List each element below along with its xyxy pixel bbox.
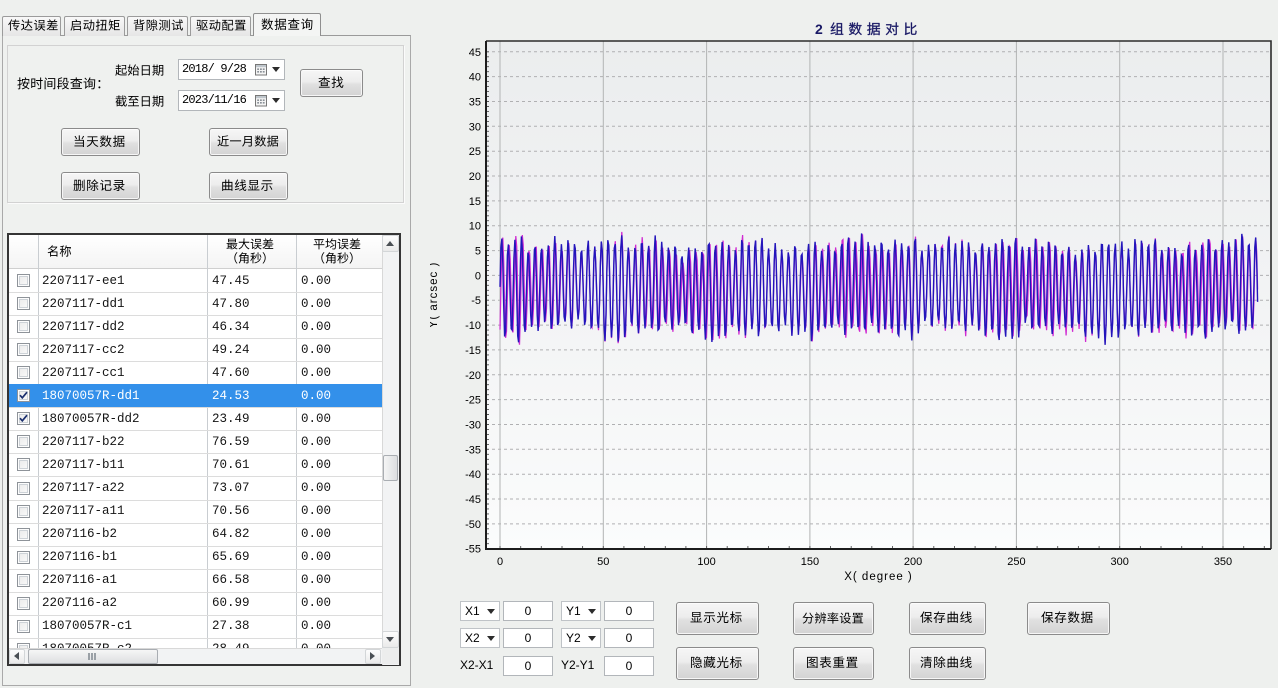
svg-text:10: 10 bbox=[469, 221, 481, 233]
svg-text:0: 0 bbox=[497, 556, 503, 568]
svg-text:X( degree ): X( degree ) bbox=[844, 571, 913, 583]
svg-text:100: 100 bbox=[697, 556, 715, 568]
svg-text:-30: -30 bbox=[465, 420, 481, 432]
svg-text:-25: -25 bbox=[465, 395, 481, 407]
svg-text:Y( arcsec ): Y( arcsec ) bbox=[430, 262, 440, 329]
svg-text:300: 300 bbox=[1111, 556, 1129, 568]
svg-text:150: 150 bbox=[801, 556, 819, 568]
svg-text:200: 200 bbox=[904, 556, 922, 568]
svg-text:-40: -40 bbox=[465, 469, 481, 481]
svg-text:2: 2 bbox=[815, 21, 823, 37]
svg-text:-5: -5 bbox=[471, 295, 481, 307]
svg-text:-35: -35 bbox=[465, 444, 481, 456]
svg-text:45: 45 bbox=[469, 47, 481, 59]
svg-text:-50: -50 bbox=[465, 519, 481, 531]
svg-text:20: 20 bbox=[469, 171, 481, 183]
svg-text:-10: -10 bbox=[465, 320, 481, 332]
svg-text:-55: -55 bbox=[465, 544, 481, 556]
svg-text:250: 250 bbox=[1007, 556, 1025, 568]
svg-text:30: 30 bbox=[469, 121, 481, 133]
svg-text:-20: -20 bbox=[465, 370, 481, 382]
svg-text:350: 350 bbox=[1214, 556, 1232, 568]
svg-text:5: 5 bbox=[475, 246, 481, 258]
svg-text:-45: -45 bbox=[465, 494, 481, 506]
svg-text:40: 40 bbox=[469, 72, 481, 84]
svg-text:25: 25 bbox=[469, 146, 481, 158]
svg-text:-15: -15 bbox=[465, 345, 481, 357]
svg-text:0: 0 bbox=[475, 270, 481, 282]
svg-text:35: 35 bbox=[469, 97, 481, 109]
svg-text:15: 15 bbox=[469, 196, 481, 208]
svg-text:50: 50 bbox=[597, 556, 609, 568]
